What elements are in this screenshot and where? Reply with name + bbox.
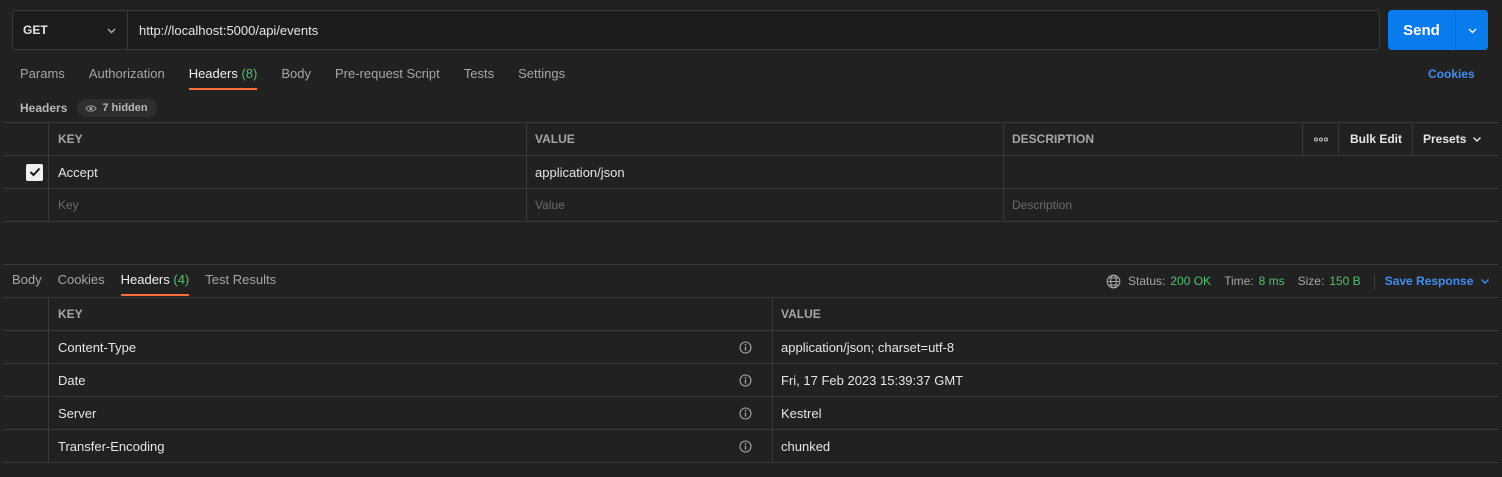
tab-settings[interactable]: Settings <box>518 66 565 90</box>
more-options-button[interactable] <box>1304 123 1338 155</box>
response-header-value: Fri, 17 Feb 2023 15:39:37 GMT <box>781 372 964 388</box>
table-header-row: KEY VALUE DESCRIPTION Bulk Edit Presets <box>4 123 1498 156</box>
info-icon[interactable] <box>739 397 752 429</box>
save-response-label: Save Response <box>1384 274 1474 288</box>
new-key-input[interactable]: Key <box>49 189 79 221</box>
chevron-down-icon <box>1468 28 1476 33</box>
chevron-down-icon <box>106 25 117 39</box>
more-options-icon <box>1314 137 1328 141</box>
response-headers-count: (4) <box>173 272 190 287</box>
send-button[interactable]: Send <box>1388 10 1455 50</box>
tab-authorization[interactable]: Authorization <box>89 66 165 90</box>
tab-test-results[interactable]: Test Results <box>205 272 276 296</box>
hidden-count-label: 7 hidden <box>102 102 148 114</box>
time-label: Time: <box>1224 274 1254 288</box>
tab-headers[interactable]: Headers (8) <box>188 66 258 90</box>
eye-icon <box>85 104 98 112</box>
size-value: 150 B <box>1329 274 1361 288</box>
request-headers-table: KEY VALUE DESCRIPTION Bulk Edit Presets … <box>4 122 1498 222</box>
tab-tests[interactable]: Tests <box>464 66 494 90</box>
response-header-value: Kestrel <box>781 405 822 421</box>
checkmark-icon <box>29 167 40 177</box>
column-header-value: VALUE <box>535 132 575 146</box>
hidden-headers-toggle[interactable]: 7 hidden <box>77 99 157 117</box>
response-header-key: Content-Type <box>58 339 137 355</box>
response-header-key: Server <box>58 405 97 421</box>
column-header-key: KEY <box>58 132 83 146</box>
new-description-input[interactable]: Description <box>1003 189 1072 221</box>
info-icon[interactable] <box>739 331 752 363</box>
method-label: GET <box>23 23 48 37</box>
table-row: Content-Type application/json; charset=u… <box>4 331 1498 364</box>
response-header-value: application/json; charset=utf-8 <box>781 339 955 355</box>
headers-title: Headers <box>20 101 68 115</box>
status-value: 200 OK <box>1170 274 1212 288</box>
table-row: Transfer-Encoding chunked <box>4 430 1498 463</box>
send-button-group: Send <box>1388 10 1488 50</box>
tab-params[interactable]: Params <box>20 66 65 90</box>
response-status-bar: Status: 200 OK Time: 8 ms Size: 150 B Sa… <box>1106 273 1490 289</box>
tab-pre-request-script[interactable]: Pre-request Script <box>335 66 440 90</box>
response-header-key: Date <box>58 372 86 388</box>
bulk-edit-button[interactable]: Bulk Edit <box>1341 123 1402 155</box>
request-url-bar: GET http://localhost:5000/api/events <box>12 10 1380 50</box>
status-label: Status: <box>1128 274 1166 288</box>
table-row-new: Key Value Description <box>4 189 1498 222</box>
headers-subheader: Headers 7 hidden <box>20 99 157 117</box>
presets-dropdown[interactable]: Presets <box>1414 123 1496 155</box>
headers-count: (8) <box>241 66 258 81</box>
tab-body[interactable]: Body <box>281 66 311 90</box>
column-header-value: VALUE <box>781 307 821 321</box>
response-header-value: chunked <box>781 438 831 454</box>
tab-response-headers[interactable]: Headers (4) <box>120 272 190 296</box>
status-separator <box>1373 273 1375 289</box>
tab-response-cookies[interactable]: Cookies <box>58 272 105 296</box>
header-description-cell[interactable] <box>1003 156 1012 188</box>
globe-icon[interactable] <box>1106 274 1121 289</box>
response-header-key: Transfer-Encoding <box>58 438 165 454</box>
save-response-button[interactable]: Save Response <box>1385 274 1491 288</box>
header-value-cell[interactable]: application/json <box>526 156 625 188</box>
row-enabled-checkbox[interactable] <box>16 156 48 188</box>
url-input[interactable]: http://localhost:5000/api/events <box>128 23 318 38</box>
chevron-down-icon <box>1473 137 1482 142</box>
table-header-row: KEY VALUE <box>4 298 1498 331</box>
table-row: Accept application/json <box>4 156 1498 189</box>
new-value-input[interactable]: Value <box>526 189 565 221</box>
response-divider <box>4 264 1498 265</box>
info-icon[interactable] <box>739 430 752 462</box>
time-value: 8 ms <box>1258 274 1285 288</box>
size-label: Size: <box>1297 274 1325 288</box>
presets-label: Presets <box>1423 132 1467 146</box>
table-row: Server Kestrel <box>4 397 1498 430</box>
response-tabs: Body Cookies Headers (4) Test Results <box>12 272 292 297</box>
table-row: Date Fri, 17 Feb 2023 15:39:37 GMT <box>4 364 1498 397</box>
response-headers-table: KEY VALUE Content-Type application/json;… <box>4 297 1498 463</box>
tab-response-body[interactable]: Body <box>12 272 42 296</box>
method-select[interactable]: GET <box>13 11 128 49</box>
column-header-description: DESCRIPTION <box>1012 132 1095 146</box>
request-tabs: Params Authorization Headers (8) Body Pr… <box>20 66 589 91</box>
info-icon[interactable] <box>739 364 752 396</box>
cookies-link[interactable]: Cookies <box>1428 67 1475 81</box>
chevron-down-icon <box>1481 279 1490 284</box>
send-options-button[interactable] <box>1456 10 1488 50</box>
column-header-key: KEY <box>58 307 83 321</box>
header-key-cell[interactable]: Accept <box>49 156 98 188</box>
